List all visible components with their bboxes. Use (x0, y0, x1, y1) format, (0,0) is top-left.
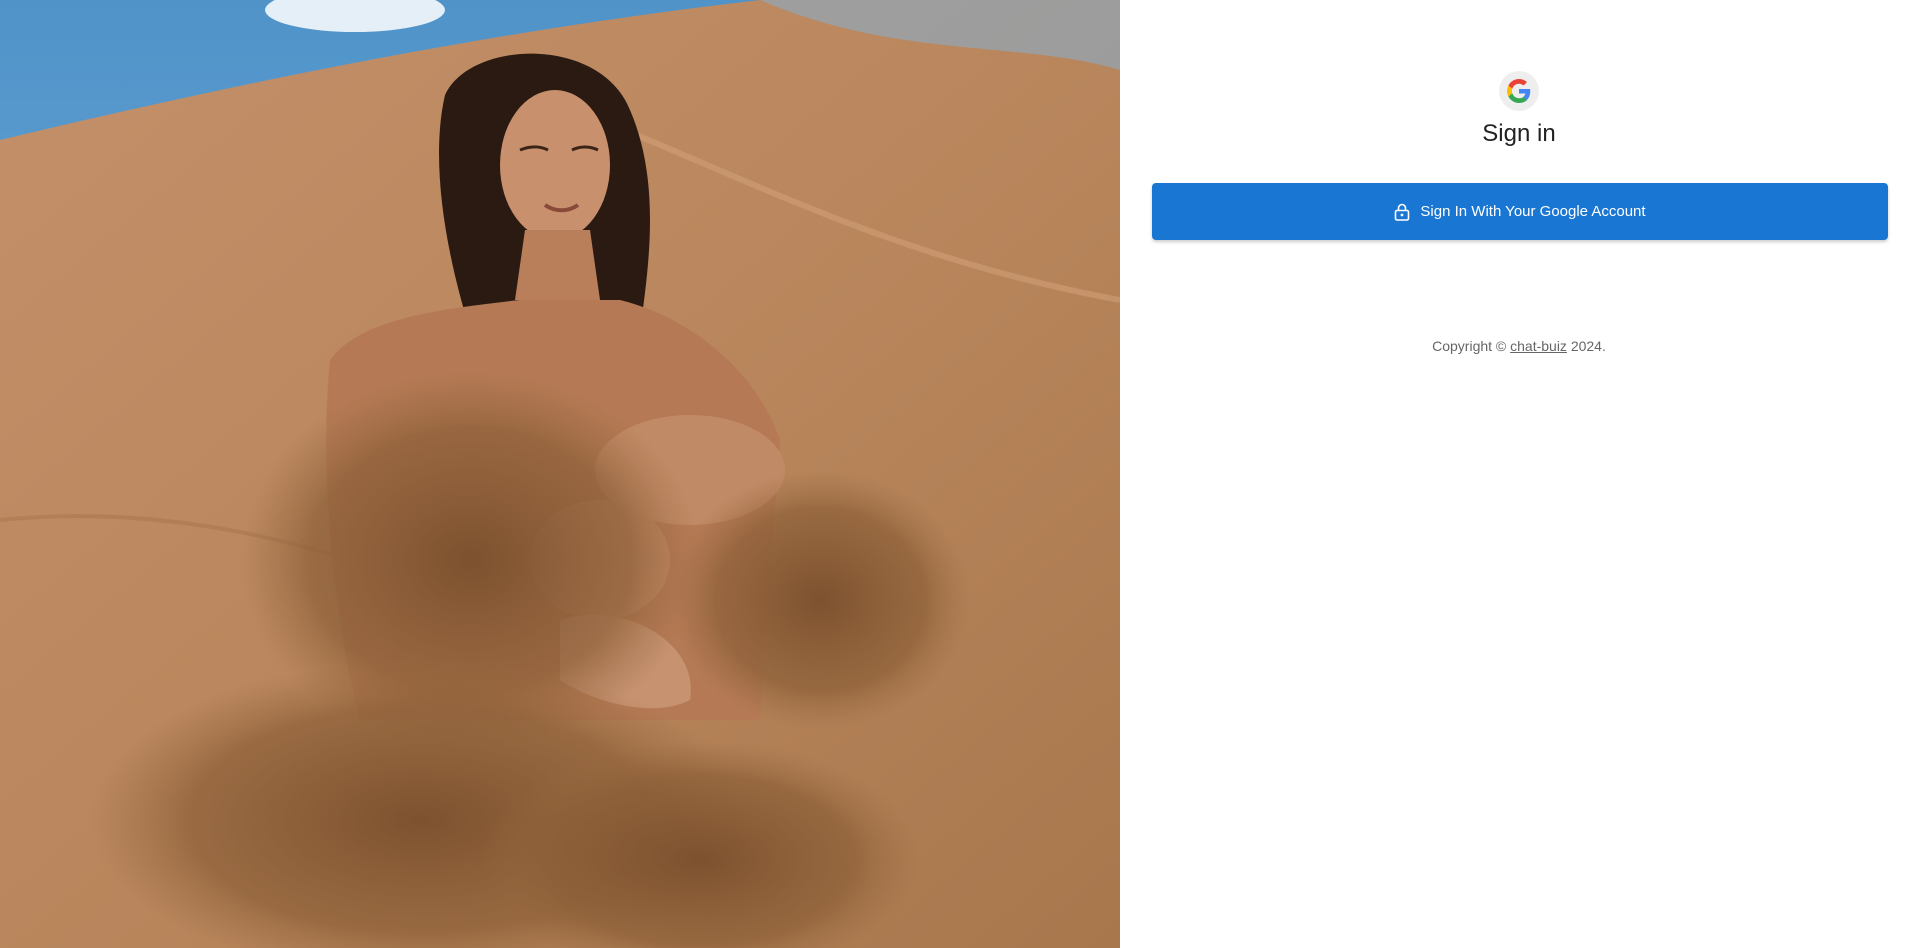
chat-buiz-link[interactable]: chat-buiz (1510, 338, 1567, 354)
page-title: Sign in (1482, 120, 1556, 147)
google-logo-icon (1499, 71, 1539, 111)
hero-photo-illustration (0, 0, 1120, 948)
copyright-prefix: Copyright © (1432, 338, 1511, 354)
google-sign-in-button-label: Sign In With Your Google Account (1420, 203, 1646, 220)
copyright-suffix: 2024. (1566, 338, 1606, 354)
google-sign-in-button[interactable]: Sign In With Your Google Account (1152, 183, 1888, 240)
lock-icon (1394, 203, 1410, 221)
hero-image (0, 0, 1120, 948)
login-panel: Sign in Sign In With Your Google Account… (1120, 0, 1918, 948)
copyright-footer: Copyright © chat-buiz 2024. (1120, 338, 1918, 354)
